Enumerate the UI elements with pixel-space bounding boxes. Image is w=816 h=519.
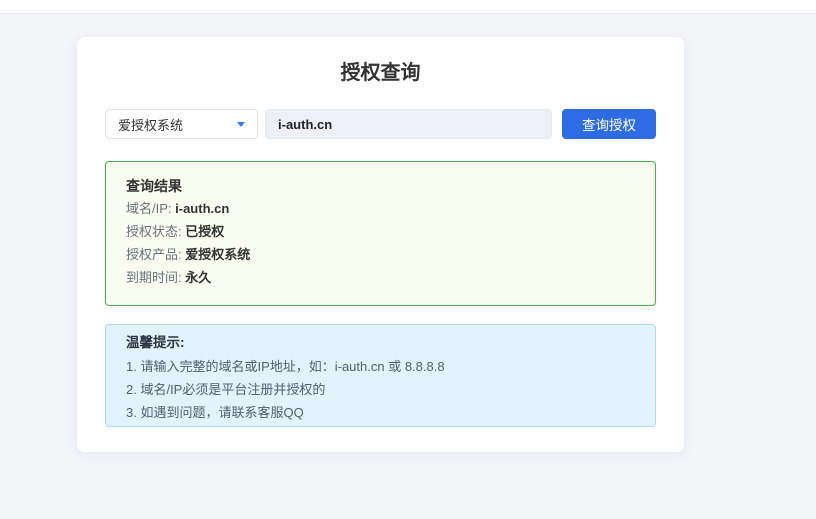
result-row-status: 授权状态: 已授权 bbox=[126, 223, 635, 241]
result-value: 永久 bbox=[185, 270, 211, 285]
tips-panel: 温馨提示: 1. 请输入完整的域名或IP地址，如：i-auth.cn 或 8.8… bbox=[105, 324, 656, 427]
query-result-panel: 查询结果 域名/IP: i-auth.cn 授权状态: 已授权 授权产品: 爱授… bbox=[105, 161, 656, 306]
result-value: 已授权 bbox=[185, 224, 224, 239]
result-value: 爱授权系统 bbox=[185, 247, 250, 262]
result-heading: 查询结果 bbox=[126, 177, 635, 195]
result-label: 到期时间: bbox=[126, 270, 185, 285]
domain-input[interactable] bbox=[265, 109, 552, 139]
tips-item-3: 3. 如遇到问题，请联系客服QQ bbox=[126, 404, 635, 422]
result-value: i-auth.cn bbox=[175, 201, 229, 216]
tips-item-1: 1. 请输入完整的域名或IP地址，如：i-auth.cn 或 8.8.8.8 bbox=[126, 358, 635, 376]
query-form: 爱授权系统 查询授权 bbox=[105, 109, 656, 139]
result-row-domain: 域名/IP: i-auth.cn bbox=[126, 200, 635, 218]
tips-heading: 温馨提示: bbox=[126, 333, 635, 353]
page-title: 授权查询 bbox=[105, 62, 656, 84]
result-row-expiry: 到期时间: 永久 bbox=[126, 269, 635, 287]
product-select-value: 爱授权系统 bbox=[118, 115, 183, 134]
result-label: 授权状态: bbox=[126, 224, 185, 239]
query-auth-button[interactable]: 查询授权 bbox=[562, 109, 656, 139]
result-label: 域名/IP: bbox=[126, 201, 175, 216]
tips-item-2: 2. 域名/IP必须是平台注册并授权的 bbox=[126, 381, 635, 399]
product-select[interactable]: 爱授权系统 bbox=[105, 109, 258, 139]
result-label: 授权产品: bbox=[126, 247, 185, 262]
result-row-product: 授权产品: 爱授权系统 bbox=[126, 246, 635, 264]
chevron-down-icon bbox=[237, 122, 245, 127]
top-navbar bbox=[0, 0, 816, 14]
auth-query-card: 授权查询 爱授权系统 查询授权 查询结果 域名/IP: i-auth.cn 授权… bbox=[77, 37, 684, 452]
